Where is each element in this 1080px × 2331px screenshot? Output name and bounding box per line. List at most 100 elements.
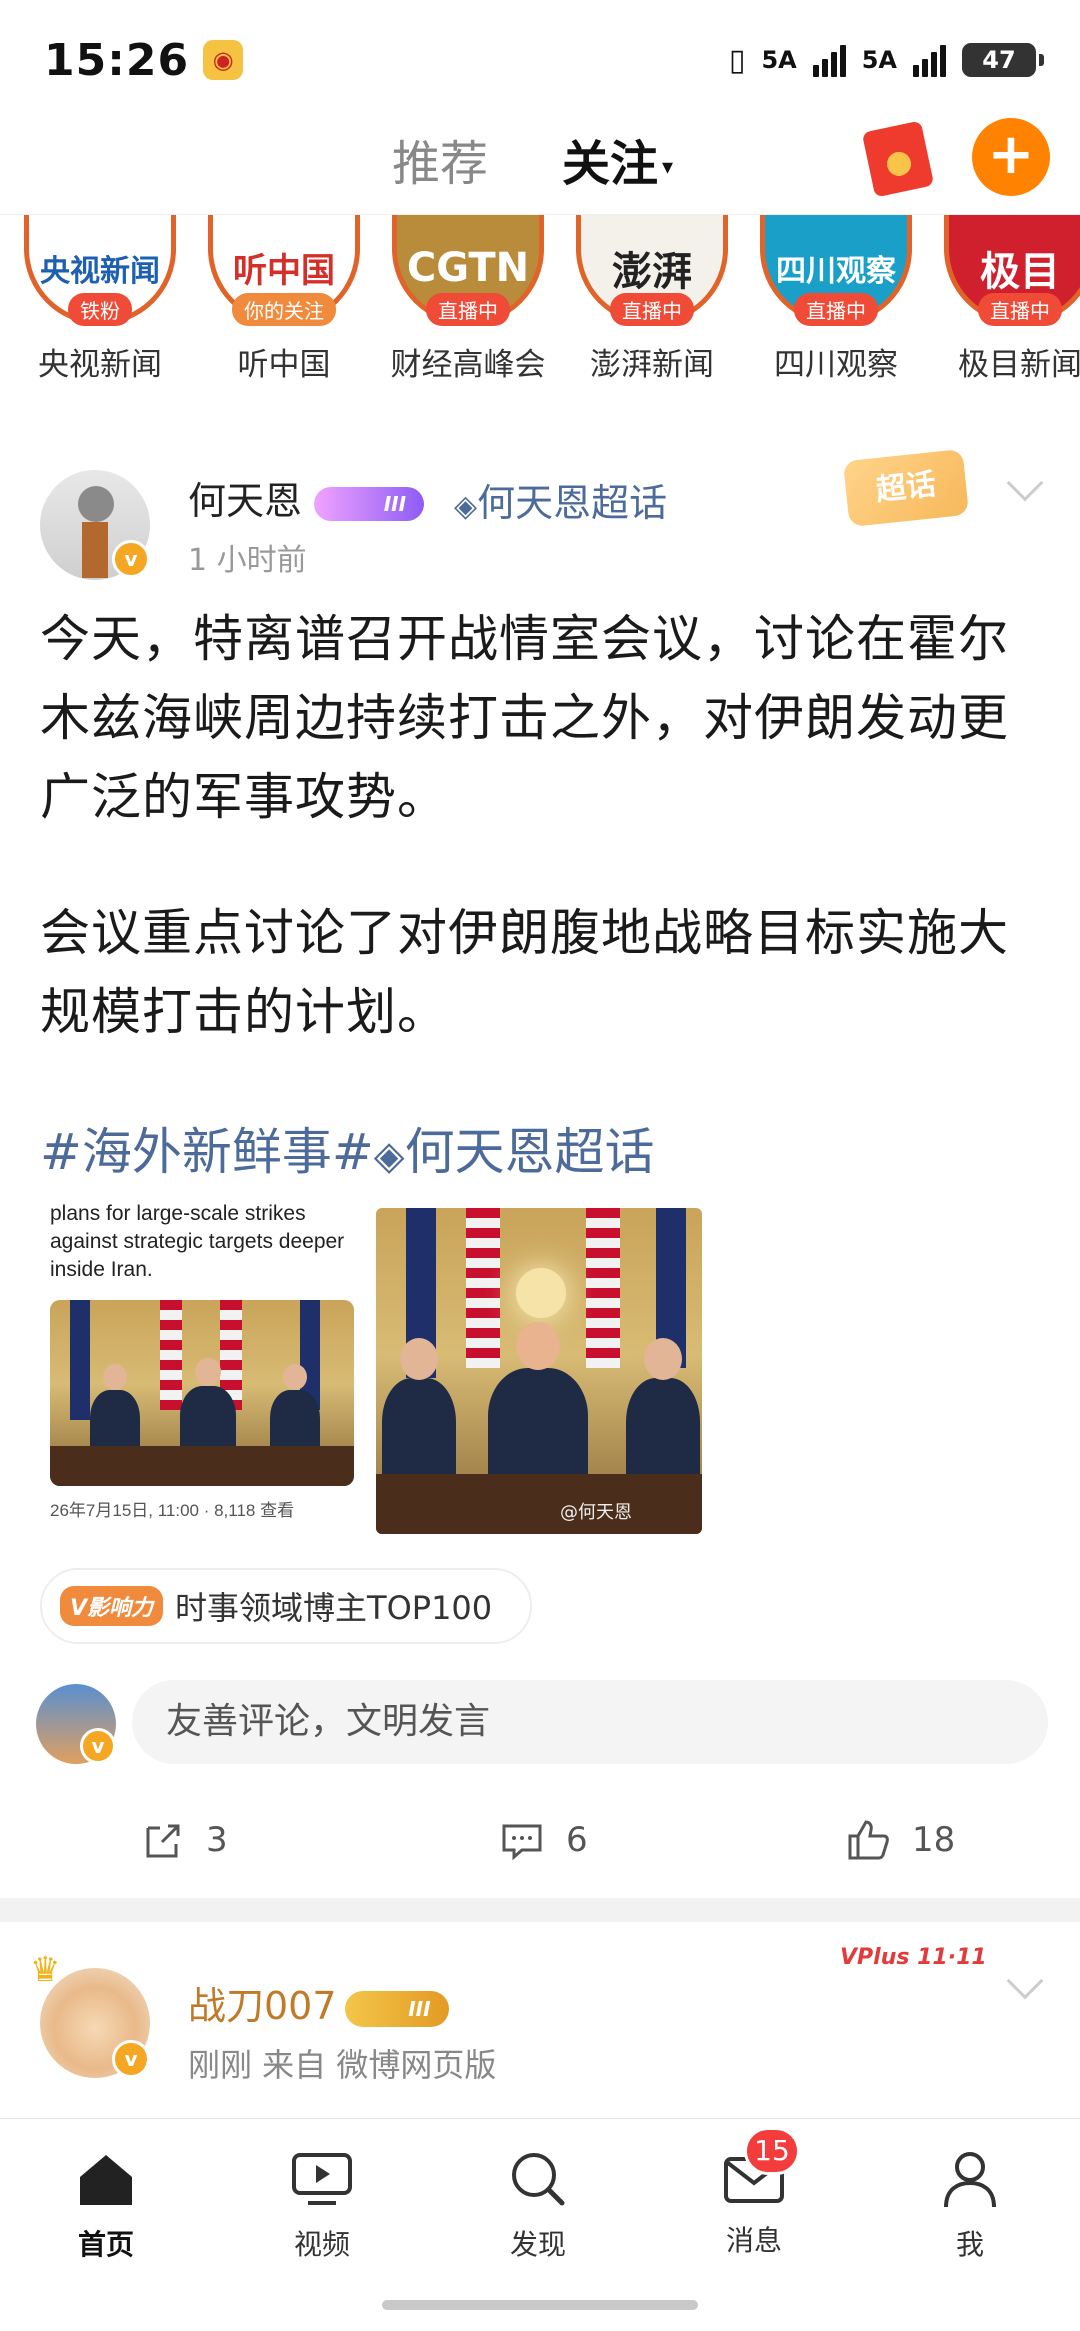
image1-footer: 26年7月15日, 11:00 · 8,118 查看: [50, 1501, 295, 1520]
post-image-2[interactable]: @何天恩: [376, 1208, 702, 1534]
nav-me[interactable]: 我: [910, 2149, 1030, 2263]
signal-icon-1: [812, 43, 846, 77]
post-text-paragraph-1: 今天，特离谱召开战情室会议，讨论在霍尔木兹海峡周边持续打击之外，对伊朗发动更广泛…: [40, 610, 1009, 826]
chandelier-light: [516, 1268, 566, 1318]
super-topic-badge[interactable]: 超话: [842, 448, 970, 528]
post2-author-name[interactable]: 战刀007 III: [188, 1975, 449, 2030]
comment-input[interactable]: 友善评论，文明发言: [132, 1680, 1048, 1764]
user-level-badge: III: [344, 1990, 449, 2027]
story-item[interactable]: 听中国 你的关注 听中国: [204, 215, 364, 384]
comment-icon: [502, 1824, 542, 1860]
crown-icon: ♛: [30, 1950, 61, 1990]
post2-meta: 刚刚 来自 微博网页版: [188, 2046, 497, 2084]
person-shape: [488, 1322, 588, 1488]
thumbs-up-icon: [848, 1820, 889, 1860]
post-author-name[interactable]: 何天恩 III: [188, 470, 425, 525]
followed-accounts-row: 央视新闻 铁粉 央视新闻 听中国 你的关注 听中国 CGTN 直播中 财经高峰会…: [0, 215, 1080, 395]
story-badge: 铁粉: [68, 293, 132, 326]
share-button[interactable]: 3: [140, 1820, 228, 1860]
person-head: [516, 1322, 560, 1370]
video-icon: [292, 2153, 352, 2205]
tab-recommend[interactable]: 推荐: [392, 124, 488, 194]
story-badge: 直播中: [978, 293, 1062, 326]
super-topic-text: 何天恩超话: [477, 481, 668, 525]
red-packet-icon[interactable]: [861, 120, 935, 198]
flag-shape: [70, 1300, 90, 1420]
nav-messages[interactable]: 15 消息: [694, 2127, 814, 2259]
tab-following-label: 关注: [562, 136, 659, 192]
signal-label-2: 5A: [861, 46, 897, 74]
post2-author-name-text: 战刀007: [188, 1984, 337, 2028]
post-text-paragraph-2: 会议重点讨论了对伊朗腹地战略目标实施大规模打击的计划。: [40, 904, 1009, 1041]
story-logo: 澎湃: [612, 248, 692, 295]
profile-icon: [944, 2152, 996, 2208]
story-item[interactable]: 极目 直播中 极目新闻: [940, 215, 1080, 384]
status-indicators: ▯ 5A 5A 47: [728, 42, 1044, 78]
tab-following[interactable]: 关注 ▾: [562, 124, 674, 198]
compose-plus-button[interactable]: +: [972, 118, 1050, 196]
nav-discover[interactable]: 发现: [478, 2149, 598, 2263]
person-head: [644, 1338, 682, 1380]
story-name: 四川观察: [774, 347, 898, 383]
signal-label-1: 5A: [761, 46, 797, 74]
image-watermark: @何天恩: [560, 1502, 632, 1523]
comment-count: 6: [566, 1820, 588, 1860]
story-item[interactable]: 四川观察 直播中 四川观察: [756, 215, 916, 384]
person-head: [283, 1364, 307, 1390]
story-item[interactable]: 央视新闻 铁粉 央视新闻: [20, 215, 180, 384]
story-badge: 直播中: [794, 293, 878, 326]
post-divider: [0, 1898, 1080, 1922]
flag-shape: [466, 1208, 500, 1368]
comment-button[interactable]: 6: [500, 1820, 588, 1860]
like-button[interactable]: 18: [846, 1820, 955, 1860]
story-item[interactable]: CGTN 直播中 财经高峰会: [388, 215, 548, 384]
story-logo: 四川观察: [776, 253, 896, 289]
influence-tag[interactable]: V影响力 时事领域博主TOP100: [40, 1568, 532, 1644]
story-name: 澎湃新闻: [590, 347, 714, 383]
hashtag-link[interactable]: #海外新鲜事#: [40, 1123, 374, 1181]
verified-badge-icon: v: [80, 1728, 116, 1764]
avatar-body: [82, 522, 108, 578]
battery-icon: 47: [962, 43, 1044, 77]
super-topic-link[interactable]: ◈何天恩超话: [454, 472, 667, 527]
home-icon: [80, 2155, 132, 2205]
influence-v-badge: V影响力: [60, 1586, 164, 1626]
nav-messages-label: 消息: [725, 2224, 782, 2257]
person-shape: [626, 1338, 700, 1488]
chevron-down-icon[interactable]: [1006, 1962, 1044, 2000]
vplus-badge[interactable]: VPlus 11·11: [840, 1945, 987, 1970]
messages-icon-wrap: 15: [722, 2127, 800, 2209]
avatar-head: [78, 486, 114, 522]
status-time: 15:26: [44, 34, 190, 86]
weibo-feed-screen: 15:26 ◉ ▯ 5A 5A 47 推荐 关注 ▾ + 央视新闻 铁粉 央视新闻…: [0, 0, 1080, 2331]
nav-home[interactable]: 首页: [46, 2149, 166, 2263]
caret-down-icon: ▾: [662, 154, 674, 180]
nav-me-label: 我: [955, 2228, 984, 2261]
story-badge: 你的关注: [232, 293, 336, 326]
story-badge: 直播中: [426, 293, 510, 326]
search-icon: [512, 2153, 565, 2206]
diamond-icon: ◈: [373, 1133, 405, 1179]
nav-home-label: 首页: [77, 2228, 134, 2261]
image1-caption: plans for large-scale strikes against st…: [50, 1202, 345, 1281]
person-head: [400, 1338, 438, 1380]
story-name: 财经高峰会: [390, 347, 546, 383]
nav-video[interactable]: 视频: [262, 2149, 382, 2263]
post-image-1[interactable]: plans for large-scale strikes against st…: [40, 1200, 362, 1530]
verified-badge-icon: v: [112, 2040, 150, 2078]
weibo-app-icon: ◉: [203, 40, 244, 80]
image1-scene: [50, 1300, 354, 1486]
hashtag-topic-link[interactable]: 何天恩超话: [405, 1123, 655, 1181]
story-logo: CGTN: [406, 244, 530, 291]
vibrate-icon: ▯: [728, 42, 746, 78]
person-shape: [382, 1338, 456, 1488]
chevron-down-icon[interactable]: [1006, 464, 1044, 502]
story-name: 极目新闻: [958, 347, 1080, 383]
top-navigation: 推荐 关注 ▾ +: [0, 110, 1080, 215]
flag-shape: [160, 1300, 182, 1410]
story-logo: 听中国: [233, 251, 335, 291]
home-indicator[interactable]: [382, 2300, 698, 2310]
story-name: 央视新闻: [38, 347, 162, 383]
story-item[interactable]: 澎湃 直播中 澎湃新闻: [572, 215, 732, 384]
post-hashtag-line: #海外新鲜事#◈何天恩超话: [40, 1112, 655, 1184]
